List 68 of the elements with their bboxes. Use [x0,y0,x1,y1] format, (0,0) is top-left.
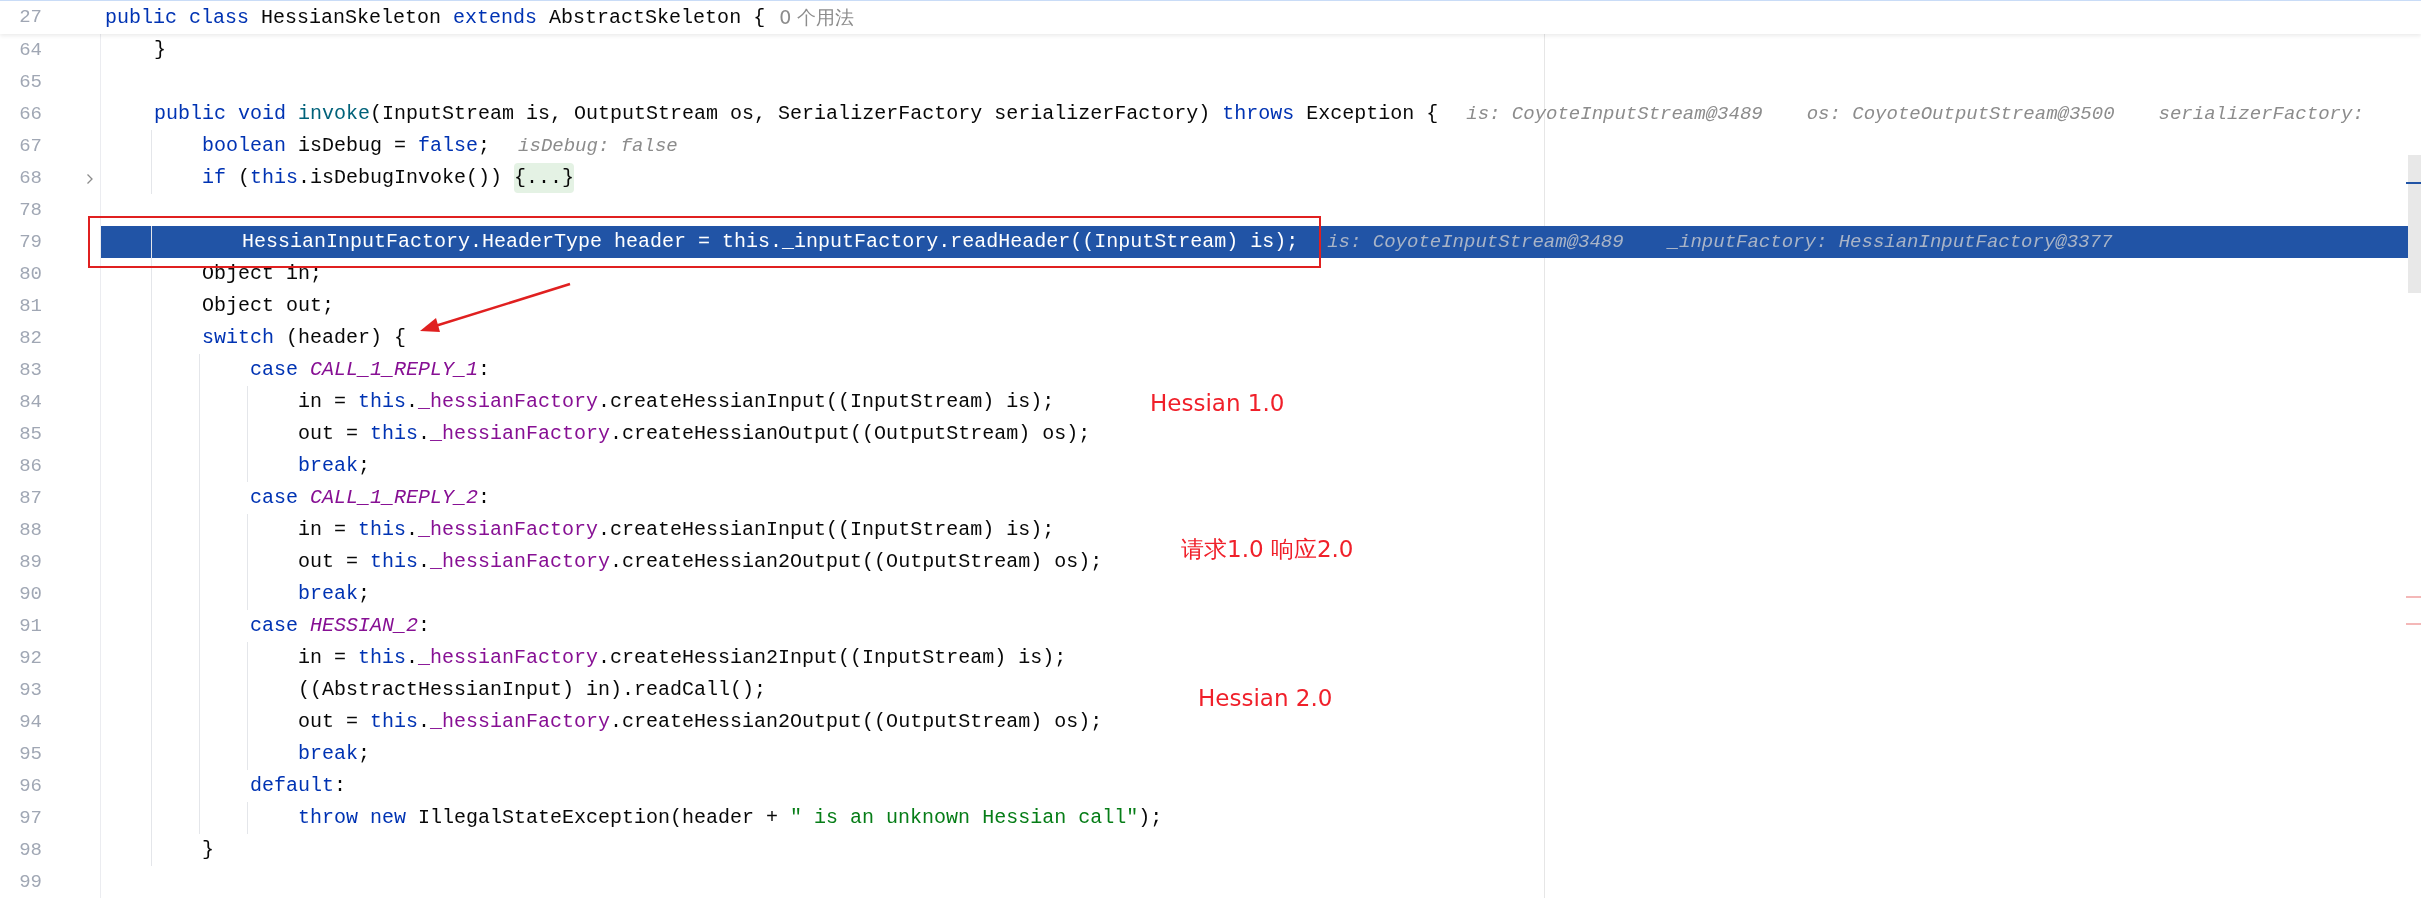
debug-value-hint: os: CoyoteOutputStream@3500 [1806,101,2115,127]
line-number: 80 [18,261,42,287]
line-number: 89 [18,549,42,575]
scrollbar-thumb[interactable] [2408,155,2421,293]
line-number: 88 [18,517,42,543]
line-number: 78 [18,197,42,223]
code-text: in = this._hessianFactory.createHessianInput((InputStream) is); [298,389,1055,415]
code-text: Object out; [202,293,335,319]
line-number: 96 [18,773,42,799]
line-number: 93 [18,677,42,703]
debug-value-hint: is: CoyoteInputStream@3489 [1466,101,1763,127]
code-text: public void invoke(InputStream is, OutputStream os, SerializerFactory serializerFactory) throws Exception { [154,101,1439,127]
code-text: HessianInputFactory.HeaderType header = this._inputFactory.readHeader((InputStream) is); [242,229,1299,255]
error-marker [2406,623,2421,625]
code-text: out = this._hessianFactory.createHessianOutput((OutputStream) os); [298,421,1091,447]
line-number: 66 [18,101,42,127]
line-number: 65 [18,69,42,95]
line-number: 81 [18,293,42,319]
line-number: 95 [18,741,42,767]
code-text: ((AbstractHessianInput) in).readCall(); [298,677,767,703]
code-text: default: [250,773,347,799]
code-text: case CALL_1_REPLY_1: [250,357,491,383]
usages-hint[interactable]: 0 个用法 [779,3,855,32]
line-number: 67 [18,133,42,159]
code-text: break; [298,581,371,607]
code-text: if (this.isDebugInvoke()) [202,165,504,191]
code-text: boolean isDebug = false; [202,133,491,159]
caret-marker [2406,182,2421,184]
code-text: public class HessianSkeleton extends AbstractSkeleton { [105,4,766,31]
line-number: 84 [18,389,42,415]
line-number: 97 [18,805,42,831]
line-number: 68 [18,165,42,191]
line-number: 99 [18,869,42,895]
code-text: out = this._hessianFactory.createHessian2Output((OutputStream) os); [298,709,1103,735]
code-text: out = this._hessianFactory.createHessian2Output((OutputStream) os); [298,549,1103,575]
code-text: switch (header) { [202,325,407,351]
annotation-text: 请求1.0 响应2.0 [1181,535,1354,564]
line-number: 82 [18,325,42,351]
code-text: in = this._hessianFactory.createHessianInput((InputStream) is); [298,517,1055,543]
line-number: 64 [18,37,42,63]
line-number: 87 [18,485,42,511]
annotation-text: Hessian 1.0 [1150,389,1285,418]
error-marker [2406,596,2421,598]
line-number: 92 [18,645,42,671]
line-number: 90 [18,581,42,607]
debug-value-hint: _inputFactory: HessianInputFactory@3377 [1667,229,2113,255]
line-number: 98 [18,837,42,863]
code-text: case HESSIAN_2: [250,613,431,639]
chevron-right-icon[interactable] [86,173,94,185]
line-number: 91 [18,613,42,639]
line-number: 86 [18,453,42,479]
line-number: 85 [18,421,42,447]
code-text: case CALL_1_REPLY_2: [250,485,491,511]
line-number: 94 [18,709,42,735]
line-number: 79 [18,229,42,255]
debug-value-hint: serializerFactory: [2158,101,2364,127]
line-number: 27 [18,5,42,31]
code-text: } [154,37,166,63]
code-text: in = this._hessianFactory.createHessian2Input((InputStream) is); [298,645,1067,671]
code-text: break; [298,741,371,767]
code-text: } [202,837,214,863]
line-number: 83 [18,357,42,383]
debug-value-hint: is: CoyoteInputStream@3489 [1327,229,1624,255]
code-text: break; [298,453,371,479]
annotation-text: Hessian 2.0 [1198,684,1333,713]
fold-placeholder[interactable]: {...} [514,163,575,193]
debug-value-hint: isDebug: false [518,133,678,159]
code-text: throw new IllegalStateException(header + " is an unknown Hessian call"); [298,805,1163,831]
